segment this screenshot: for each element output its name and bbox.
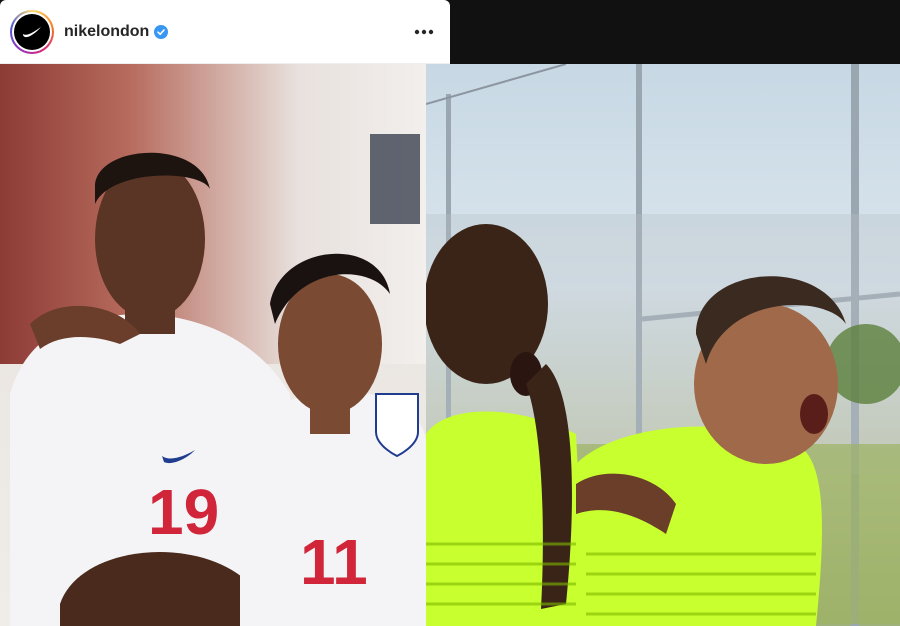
more-horizontal-icon bbox=[414, 29, 434, 34]
more-options-button[interactable] bbox=[412, 20, 436, 44]
photo-england-players: 19 11 bbox=[0, 64, 426, 626]
jersey-number-11: 11 bbox=[300, 526, 368, 598]
post-media[interactable]: 19 11 bbox=[0, 64, 900, 626]
dark-backdrop bbox=[450, 0, 900, 64]
kids-celebrating-illustration bbox=[426, 64, 900, 626]
post-header: nikelondon bbox=[0, 0, 450, 64]
verified-badge-icon bbox=[154, 24, 169, 39]
jersey-number-19: 19 bbox=[148, 476, 219, 548]
avatar[interactable] bbox=[10, 9, 54, 54]
england-players-illustration: 19 11 bbox=[0, 64, 426, 626]
username[interactable]: nikelondon bbox=[64, 23, 149, 41]
nike-logo-icon bbox=[14, 13, 50, 50]
photo-kids-celebrating bbox=[426, 64, 900, 626]
